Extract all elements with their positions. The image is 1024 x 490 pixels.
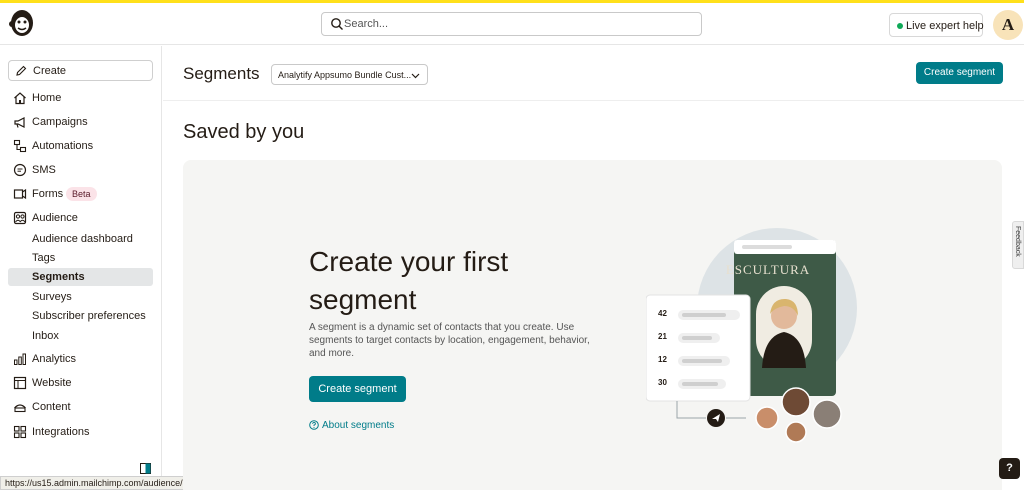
- help-circle-icon: [309, 420, 319, 430]
- search-placeholder: Search...: [344, 18, 389, 30]
- create-segment-header-button[interactable]: Create segment: [916, 62, 1003, 84]
- help-button[interactable]: ?: [999, 458, 1020, 479]
- sidebar-item-content[interactable]: Content: [8, 398, 153, 416]
- megaphone-icon: [14, 117, 25, 128]
- search-icon: [331, 18, 343, 30]
- account-avatar[interactable]: A: [993, 10, 1023, 40]
- sidebar-item-automations[interactable]: Automations: [8, 137, 153, 155]
- empty-state-description: A segment is a dynamic set of contacts t…: [309, 322, 590, 359]
- create-label: Create: [33, 65, 67, 77]
- sidebar-item-label: Automations: [32, 140, 94, 152]
- live-expert-help-button[interactable]: Live expert help: [889, 13, 984, 37]
- collapse-sidebar-icon[interactable]: [140, 463, 151, 474]
- empty-state-card: Create your first segment A segment is a…: [183, 160, 1002, 490]
- page-header: Segments Analytify Appsumo Bundle Cust..…: [163, 46, 1024, 101]
- sidebar: Create Home Campaigns Automations SMS Fo…: [0, 46, 162, 490]
- sidebar-item-label: Analytics: [32, 353, 77, 365]
- mailchimp-logo-icon[interactable]: [8, 8, 36, 38]
- create-button[interactable]: Create: [8, 60, 153, 81]
- empty-state-heading: Create your first segment: [309, 246, 509, 315]
- audience-select[interactable]: Analytify Appsumo Bundle Cust...: [271, 64, 428, 85]
- illustration-avatar-4: [785, 421, 807, 443]
- sidebar-item-label: Audience: [32, 212, 78, 224]
- illustration-count-1: 42: [658, 309, 667, 318]
- sidebar-subitem-label: Inbox: [32, 330, 59, 342]
- sidebar-subitem-segments[interactable]: Segments: [8, 268, 153, 286]
- sidebar-subitem-label: Tags: [32, 252, 56, 264]
- top-bar: Search... Live expert help A: [0, 3, 1024, 45]
- sidebar-item-label: Website: [32, 377, 72, 389]
- page-title: Segments: [183, 64, 260, 83]
- analytics-icon: [14, 353, 26, 365]
- sidebar-item-home[interactable]: Home: [8, 89, 153, 107]
- sidebar-item-label: Campaigns: [32, 116, 88, 128]
- sms-icon: [13, 163, 27, 177]
- sidebar-subitem-audience-dashboard[interactable]: Audience dashboard: [8, 230, 153, 248]
- section-title: Saved by you: [183, 121, 305, 143]
- home-icon: [14, 92, 26, 105]
- content-icon: [14, 404, 26, 413]
- sidebar-subitem-label: Surveys: [32, 291, 72, 303]
- sidebar-item-forms[interactable]: Forms Beta: [8, 185, 153, 203]
- live-expert-help-label: Live expert help: [906, 20, 984, 32]
- feedback-tab[interactable]: Feedback: [1012, 221, 1024, 269]
- about-segments-label: About segments: [322, 420, 395, 431]
- illustration-count-4: 30: [658, 378, 667, 387]
- sidebar-subitem-subscriber-preferences[interactable]: Subscriber preferences: [8, 307, 153, 325]
- forms-icon: [13, 188, 27, 200]
- create-segment-button[interactable]: Create segment: [309, 376, 406, 402]
- pencil-icon: [16, 65, 27, 76]
- search-box[interactable]: Search...: [321, 12, 702, 36]
- sidebar-subitem-label: Segments: [32, 271, 85, 283]
- integrations-icon: [13, 425, 27, 439]
- illustration-avatar-1: [755, 406, 779, 430]
- sidebar-subitem-label: Audience dashboard: [32, 233, 133, 245]
- audience-icon: [13, 211, 27, 225]
- sidebar-item-audience[interactable]: Audience: [8, 209, 153, 227]
- website-icon: [13, 376, 27, 390]
- illustration-avatar-2: [781, 387, 811, 417]
- chevron-down-icon: [411, 73, 420, 79]
- sidebar-item-label: Forms: [32, 188, 64, 200]
- audience-select-value: Analytify Appsumo Bundle Cust...: [278, 70, 412, 80]
- sidebar-subitem-surveys[interactable]: Surveys: [8, 288, 153, 306]
- sidebar-item-sms[interactable]: SMS: [8, 161, 153, 179]
- illustration-avatar-3: [812, 399, 842, 429]
- sidebar-item-label: Integrations: [32, 426, 90, 438]
- feedback-label: Feedback: [1014, 226, 1021, 257]
- sidebar-item-integrations[interactable]: Integrations: [8, 423, 153, 441]
- sidebar-subitem-inbox[interactable]: Inbox: [8, 327, 153, 345]
- sidebar-item-label: Home: [32, 92, 62, 104]
- online-status-icon: [897, 23, 903, 29]
- sidebar-subitem-tags[interactable]: Tags: [8, 249, 153, 267]
- sidebar-item-analytics[interactable]: Analytics: [8, 350, 153, 368]
- sidebar-item-website[interactable]: Website: [8, 374, 153, 392]
- segments-illustration: ESCULTURA 42 21 12 30: [646, 228, 857, 443]
- sidebar-subitem-label: Subscriber preferences: [32, 310, 146, 322]
- beta-badge: Beta: [66, 187, 97, 201]
- sidebar-item-label: SMS: [32, 164, 56, 176]
- illustration-count-3: 12: [658, 355, 667, 364]
- sidebar-item-label: Content: [32, 401, 71, 413]
- illustration-count-2: 21: [658, 332, 667, 341]
- illustration-brand-text: ESCULTURA: [726, 262, 810, 277]
- sidebar-item-campaigns[interactable]: Campaigns: [8, 113, 153, 131]
- automation-icon: [13, 139, 27, 153]
